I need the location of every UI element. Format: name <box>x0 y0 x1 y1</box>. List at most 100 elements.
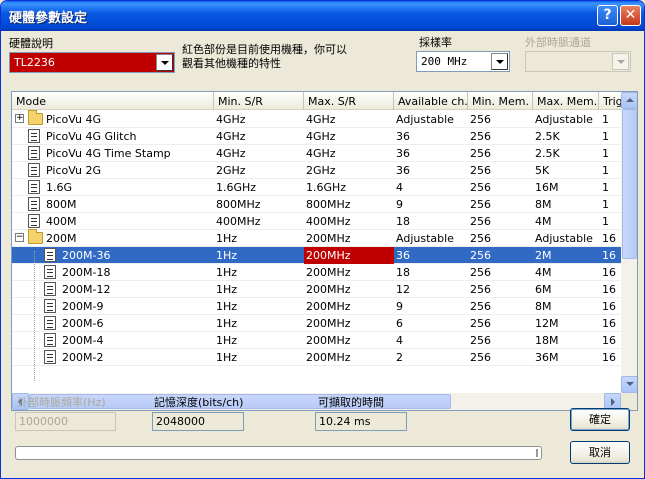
table-cell-max-sr: 400MHz <box>306 215 351 228</box>
vertical-scrollbar[interactable] <box>621 92 637 393</box>
table-cell-max-mem: 2.5K <box>535 130 560 143</box>
document-icon <box>28 180 40 194</box>
window-title: 硬體參數設定 <box>9 11 88 26</box>
table-cell-max-sr: 1.6GHz <box>306 181 347 194</box>
table-cell-mode: 200M-9 <box>62 300 104 313</box>
document-icon <box>44 350 56 364</box>
table-row[interactable]: 200M-12 1Hz 200MHz 12 256 6M 16 <box>12 281 621 298</box>
scroll-up-icon[interactable] <box>621 92 637 109</box>
document-icon <box>28 129 40 143</box>
table-cell-max-mem: 8M <box>535 300 552 313</box>
ext-clock-freq-field[interactable]: 1000000 <box>15 412 116 431</box>
table-cell-avail: 9 <box>396 300 403 313</box>
table-row[interactable]: 200M-2 1Hz 200MHz 2 256 36M 16 <box>12 349 621 366</box>
document-icon <box>28 163 40 177</box>
device-select[interactable]: TL2236 <box>9 52 175 73</box>
table-row[interactable]: PicoVu 4G Glitch 4GHz 4GHz 36 256 2.5K 1 <box>12 128 621 145</box>
column-header-available-ch[interactable]: Available ch. <box>394 92 468 110</box>
mem-depth-label: 記憶深度(bits/ch) <box>154 396 244 409</box>
table-cell-max-mem: 16M <box>535 181 559 194</box>
mode-table[interactable]: Mode Min. S/R Max. S/R Available ch. Min… <box>11 91 638 411</box>
column-header-max-sr[interactable]: Max. S/R <box>304 92 394 110</box>
ext-clock-channel-label: 外部時脈通道 <box>525 36 591 49</box>
table-cell-mode: 200M-12 <box>62 283 111 296</box>
table-cell-min-sr: 4GHz <box>216 147 246 160</box>
table-cell-max-mem: 12M <box>535 317 559 330</box>
capture-time-field[interactable]: 10.24 ms <box>315 412 407 431</box>
help-button[interactable]: ? <box>597 5 618 26</box>
table-cell-min-sr: 1Hz <box>216 266 238 279</box>
table-cell-max-mem: 4M <box>535 215 552 228</box>
table-cell-max-sr: 2GHz <box>306 164 336 177</box>
column-header-min-sr[interactable]: Min. S/R <box>214 92 304 110</box>
table-row[interactable]: 1.6G 1.6GHz 1.6GHz 4 256 16M 1 <box>12 179 621 196</box>
table-row[interactable]: 200M-6 1Hz 200MHz 6 256 12M 16 <box>12 315 621 332</box>
chevron-down-icon[interactable] <box>612 53 629 70</box>
chevron-down-icon[interactable] <box>491 53 508 70</box>
table-row[interactable]: 200M-36 1Hz 200MHz 36 256 2M 16 <box>12 247 621 264</box>
table-cell-min-mem: 256 <box>470 232 491 245</box>
table-cell-avail: 6 <box>396 317 403 330</box>
table-cell-max-mem: Adjustable <box>535 232 593 245</box>
table-cell-max-mem: 2.5K <box>535 147 560 160</box>
table-cell-min-sr: 1Hz <box>216 300 238 313</box>
table-cell-min-sr: 2GHz <box>216 164 246 177</box>
table-cell-avail: Adjustable <box>396 232 454 245</box>
document-icon <box>44 282 56 296</box>
collapse-icon[interactable]: − <box>15 233 24 242</box>
table-cell-min-mem: 256 <box>470 147 491 160</box>
table-row[interactable]: + PicoVu 4G 4GHz 4GHz Adjustable 256 Adjustabl… <box>12 110 621 128</box>
folder-icon <box>28 229 43 244</box>
ext-clock-channel-select[interactable] <box>525 51 631 72</box>
table-cell-max-mem: 18M <box>535 334 559 347</box>
scroll-down-icon[interactable] <box>621 376 637 393</box>
table-row[interactable]: 200M-18 1Hz 200MHz 18 256 4M 16 <box>12 264 621 281</box>
device-note-line2: 觀看其他機種的特性 <box>182 57 281 70</box>
table-cell-mode: 200M-4 <box>62 334 104 347</box>
table-cell-min-mem: 256 <box>470 198 491 211</box>
table-cell-max-mem: 8M <box>535 198 552 211</box>
cancel-button[interactable]: 取消 <box>570 441 630 464</box>
vertical-scroll-thumb[interactable] <box>622 109 637 259</box>
table-cell-avail: 9 <box>396 198 403 211</box>
table-cell-max-mem: Adjustable <box>535 113 593 126</box>
table-cell-avail: 12 <box>396 283 410 296</box>
table-cell-min-mem: 256 <box>470 113 491 126</box>
table-cell-min-mem: 256 <box>470 215 491 228</box>
table-cell-mode: 200M-36 <box>62 249 111 262</box>
table-cell-mode: 800M <box>46 198 77 211</box>
table-cell-min-sr: 4GHz <box>216 130 246 143</box>
document-icon <box>28 197 40 211</box>
table-cell-avail: 4 <box>396 181 403 194</box>
table-row[interactable]: 400M 400MHz 400MHz 18 256 4M 1 <box>12 213 621 230</box>
table-cell-max-sr: 200MHz <box>306 266 351 279</box>
table-row[interactable]: 200M-9 1Hz 200MHz 9 256 8M 16 <box>12 298 621 315</box>
mem-depth-field[interactable]: 2048000 <box>152 412 244 431</box>
document-icon <box>28 214 40 228</box>
document-icon <box>28 146 40 160</box>
table-cell-max-sr: 200MHz <box>306 232 351 245</box>
column-header-max-mem[interactable]: Max. Mem. <box>533 92 599 110</box>
table-row[interactable]: 200M-4 1Hz 200MHz 4 256 18M 16 <box>12 332 621 349</box>
column-header-mode[interactable]: Mode <box>12 92 214 110</box>
table-row[interactable]: PicoVu 2G 2GHz 2GHz 36 256 5K 1 <box>12 162 621 179</box>
table-cell-max-sr: 200MHz <box>306 351 351 364</box>
table-row[interactable]: 800M 800MHz 800MHz 9 256 8M 1 <box>12 196 621 213</box>
table-cell-max-mem: 4M <box>535 266 552 279</box>
table-row[interactable]: PicoVu 4G Time Stamp 4GHz 4GHz 36 256 2.5K 1 <box>12 145 621 162</box>
ok-button[interactable]: 確定 <box>570 408 630 431</box>
table-cell-min-mem: 256 <box>470 283 491 296</box>
close-button[interactable]: ✕ <box>620 5 641 26</box>
table-row[interactable]: −200M 1Hz 200MHz Adjustable 256 Adjustable 16 <box>12 229 621 247</box>
table-cell-min-sr: 1Hz <box>216 317 238 330</box>
table-cell-max-sr: 800MHz <box>306 198 351 211</box>
table-cell-mode: 200M-2 <box>62 351 104 364</box>
chevron-down-icon[interactable] <box>156 54 173 71</box>
document-icon <box>44 299 56 313</box>
table-cell-avail: 36 <box>396 130 410 143</box>
sample-rate-select[interactable]: 200 MHz <box>416 51 510 72</box>
column-header-min-mem[interactable]: Min. Mem. <box>468 92 533 110</box>
capture-time-label: 可擷取的時間 <box>318 396 384 409</box>
expand-icon[interactable]: + <box>15 114 24 123</box>
table-cell-min-sr: 1Hz <box>216 351 238 364</box>
